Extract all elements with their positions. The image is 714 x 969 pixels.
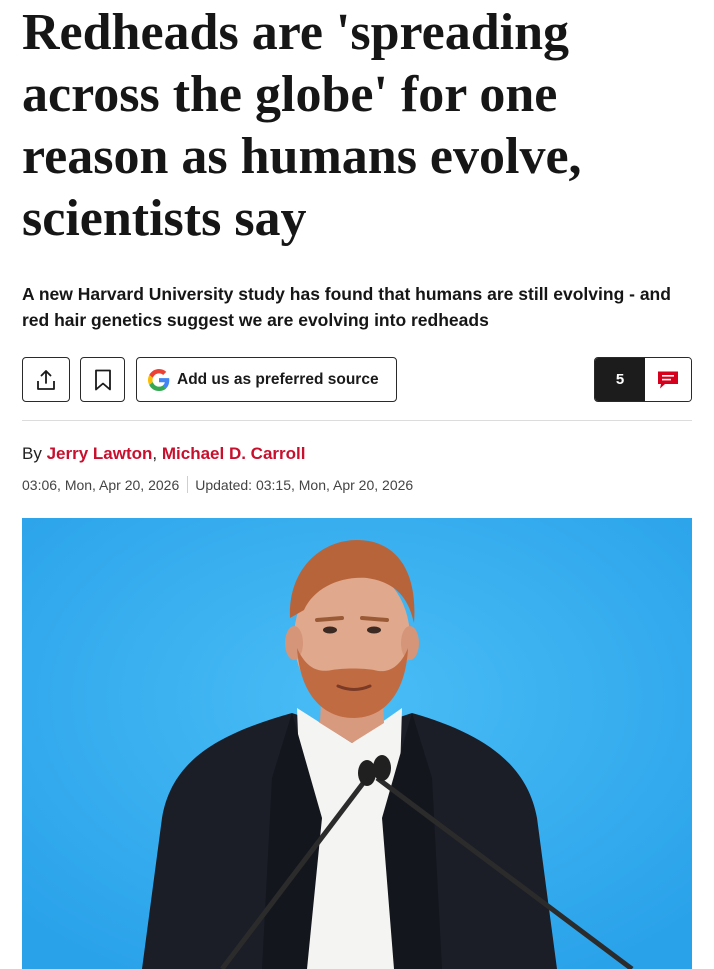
google-g-icon [148,368,170,391]
comment-count: 5 [595,358,645,401]
add-preferred-source-button[interactable]: Add us as preferred source [136,357,397,402]
bookmark-icon [94,369,111,390]
bookmark-button[interactable] [80,357,125,402]
comments-button[interactable]: 5 [594,357,692,402]
author-link[interactable]: Jerry Lawton [47,444,153,463]
byline-prefix: By [22,444,42,463]
author-link[interactable]: Michael D. Carroll [162,444,306,463]
hero-image[interactable] [22,518,692,969]
date-separator [187,476,189,493]
byline-separator: , [152,444,158,463]
updated-date: Updated: 03:15, Mon, Apr 20, 2026 [195,477,414,493]
published-date: 03:06, Mon, Apr 20, 2026 [22,477,180,493]
article-standfirst: A new Harvard University study has found… [22,284,671,330]
share-button[interactable] [22,357,70,402]
article-headline: Redheads are 'spreading across the globe… [22,4,582,247]
byline: By Jerry Lawton, Michael D. Carroll [22,444,305,464]
divider [22,420,692,421]
speaker-at-podium-illustration [22,518,692,969]
comment-bubble-icon [658,371,678,388]
article-dates: 03:06, Mon, Apr 20, 2026 Updated: 03:15,… [22,476,413,494]
preferred-source-label: Add us as preferred source [177,370,379,388]
article-action-bar: Add us as preferred source 5 [22,357,692,402]
share-icon [37,369,55,390]
